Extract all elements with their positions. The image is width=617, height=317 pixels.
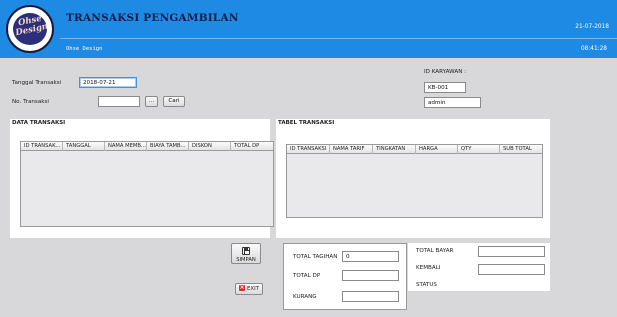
column-header[interactable]: ID TRANSAK... bbox=[21, 142, 63, 151]
no-transaksi-field[interactable] bbox=[98, 96, 140, 107]
header-time: 08:41:28 bbox=[580, 46, 607, 52]
total-dp-label: TOTAL DP bbox=[293, 273, 321, 279]
kembali-label: KEMBALI bbox=[416, 265, 441, 271]
totals-panel: TOTAL TAGIHAN 0 TOTAL DP KURANG bbox=[283, 243, 407, 310]
tabel-transaksi-table[interactable]: ID TRANSAKSI NAMA TARIF TINGKATAN HARGA … bbox=[286, 144, 543, 218]
kurang-label: KURANG bbox=[293, 294, 317, 300]
tanggal-transaksi-field[interactable]: 2018-07-21 bbox=[79, 77, 137, 88]
page-title: TRANSAKSI PENGAMBILAN bbox=[66, 12, 239, 24]
kembali-field[interactable] bbox=[478, 264, 545, 275]
column-header[interactable]: SUB TOTAL bbox=[500, 145, 542, 154]
tabel-transaksi-panel: TABEL TRANSAKSI ID TRANSAKSI NAMA TARIF … bbox=[276, 119, 550, 238]
kurang-field[interactable] bbox=[342, 291, 399, 302]
column-header[interactable]: ID TRANSAKSI bbox=[287, 145, 330, 154]
simpan-button[interactable]: SIMPAN bbox=[231, 243, 261, 264]
total-tagihan-field[interactable]: 0 bbox=[342, 251, 399, 262]
total-bayar-label: TOTAL BAYAR bbox=[416, 248, 454, 254]
app-header: Ohse Design TRANSAKSI PENGAMBILAN Ohse D… bbox=[0, 0, 617, 58]
column-header[interactable]: TINGKATAN bbox=[373, 145, 416, 154]
tanggal-transaksi-label: Tanggal Transaksi bbox=[12, 80, 62, 86]
exit-label: EXIT bbox=[247, 286, 259, 292]
data-transaksi-title: DATA TRANSAKSI bbox=[12, 120, 66, 126]
column-header[interactable]: NAMA TARIF bbox=[330, 145, 373, 154]
username-field[interactable]: admin bbox=[424, 97, 481, 108]
no-transaksi-label: No. Transaksi bbox=[12, 99, 49, 105]
exit-button[interactable]: EXIT bbox=[235, 283, 263, 295]
header-divider bbox=[60, 38, 617, 39]
column-header[interactable]: BIAYA TAMB... bbox=[147, 142, 189, 151]
header-date: 21-07-2018 bbox=[575, 24, 609, 30]
browse-button[interactable]: ... bbox=[145, 96, 158, 107]
data-transaksi-panel: DATA TRANSAKSI ID TRANSAK... TANGGAL NAM… bbox=[10, 119, 274, 238]
total-bayar-field[interactable] bbox=[478, 246, 545, 257]
cari-button[interactable]: Cari bbox=[163, 96, 185, 107]
column-header[interactable]: NAMA MEMB... bbox=[105, 142, 147, 151]
data-transaksi-table[interactable]: ID TRANSAK... TANGGAL NAMA MEMB... BIAYA… bbox=[20, 141, 274, 227]
tabel-transaksi-title: TABEL TRANSAKSI bbox=[278, 120, 335, 126]
header-subtitle: Ohse Design bbox=[66, 46, 103, 52]
total-tagihan-label: TOTAL TAGIHAN bbox=[293, 254, 338, 260]
payment-panel: TOTAL BAYAR KEMBALI STATUS bbox=[408, 243, 550, 291]
column-header[interactable]: HARGA bbox=[416, 145, 458, 154]
status-label: STATUS bbox=[416, 282, 437, 288]
column-header[interactable]: QTY bbox=[458, 145, 500, 154]
id-karyawan-field[interactable]: KB-001 bbox=[424, 82, 466, 93]
column-header[interactable]: TOTAL DP bbox=[231, 142, 273, 151]
column-header[interactable]: TANGGAL bbox=[63, 142, 105, 151]
ohse-design-logo: Ohse Design bbox=[6, 5, 54, 53]
column-header[interactable]: DISKON bbox=[189, 142, 231, 151]
exit-icon bbox=[239, 283, 245, 293]
simpan-label: SIMPAN bbox=[236, 257, 256, 263]
tabel-transaksi-header-row: ID TRANSAKSI NAMA TARIF TINGKATAN HARGA … bbox=[287, 145, 542, 154]
data-transaksi-header-row: ID TRANSAK... TANGGAL NAMA MEMB... BIAYA… bbox=[21, 142, 273, 151]
id-karyawan-label: ID KARYAWAN : bbox=[424, 69, 467, 75]
save-icon bbox=[242, 247, 250, 255]
total-dp-field[interactable] bbox=[342, 270, 399, 281]
